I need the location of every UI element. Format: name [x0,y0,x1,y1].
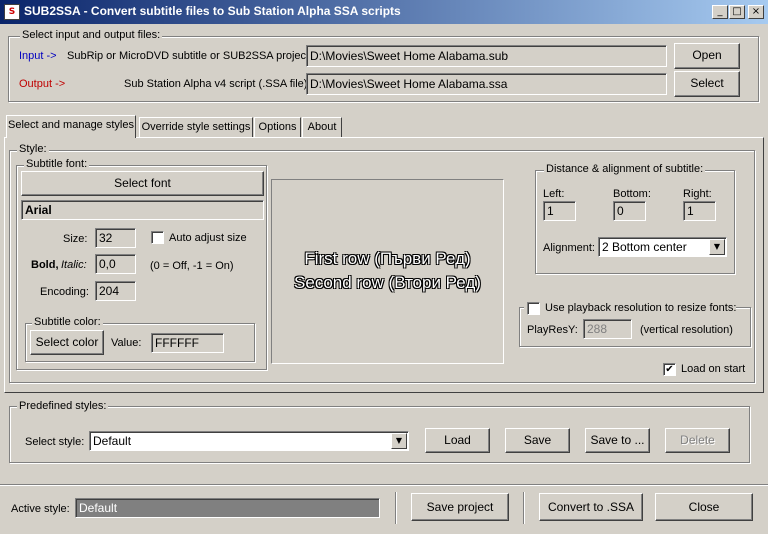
distance-alignment-group [535,170,735,274]
left-label: Left: [543,188,565,200]
select-style-label: Select style: [25,436,85,448]
italic-label: Italic: [61,259,87,271]
load-on-start-checkbox[interactable]: ✔ [663,363,676,376]
color-value-field[interactable]: FFFFFF [151,333,224,353]
active-style-field: Default [75,498,380,518]
app-icon: S [4,4,20,20]
right-label: Right: [683,188,712,200]
title-bar: S SUB2SSA - Convert subtitle files to Su… [0,0,768,24]
playback-resolution-label: Use playback resolution to resize fonts: [545,302,737,314]
alignment-dropdown[interactable]: 2 Bottom center ▼ [598,237,727,257]
footer-divider [395,492,397,524]
tab-about[interactable]: About [302,117,342,137]
bold-italic-hint: (0 = Off, -1 = On) [150,260,234,272]
maximize-button[interactable]: □ [729,5,745,19]
tab-options[interactable]: Options [254,117,301,137]
active-style-label: Active style: [11,503,70,515]
save-to-button[interactable]: Save to ... [585,428,650,453]
distance-alignment-group-label: Distance & alignment of subtitle: [544,163,706,175]
right-field[interactable]: 1 [683,201,716,221]
font-name-field: Arial [21,200,264,220]
select-style-value: Default [93,434,132,448]
convert-to-ssa-button[interactable]: Convert to .SSA [539,493,643,521]
alignment-value: 2 Bottom center [602,240,687,254]
input-file-field[interactable]: D:\Movies\Sweet Home Alabama.sub [306,45,667,67]
auto-adjust-checkbox[interactable] [151,231,164,244]
playback-resolution-checkbox[interactable] [527,302,540,315]
window-title: SUB2SSA - Convert subtitle files to Sub … [24,4,401,18]
minimize-icon: _ [717,6,723,17]
alignment-label: Alignment: [543,242,595,254]
close-window-button[interactable]: × [748,5,764,19]
footer-divider [523,492,525,524]
size-field[interactable]: 32 [95,228,136,248]
open-button[interactable]: Open [674,43,740,69]
close-icon: × [751,6,761,17]
preview-line-1: First row (Първи Ред) [304,249,471,268]
select-font-button[interactable]: Select font [21,171,264,196]
size-label: Size: [63,233,88,245]
preview-line-2: Second row (Втори Ред) [294,273,481,292]
select-style-dropdown[interactable]: Default ▼ [89,431,409,451]
color-value-label: Value: [111,337,142,349]
playresy-field[interactable]: 288 [583,319,632,339]
io-group-label: Select input and output files: [20,29,163,41]
bottom-label: Bottom: [613,188,651,200]
left-field[interactable]: 1 [543,201,576,221]
output-label: Output -> [19,78,66,90]
playresy-label: PlayResY: [527,324,578,336]
preview-panel: First row (Първи Ред) Second row (Втори … [271,179,504,364]
bold-label: Bold, [31,259,59,271]
chevron-down-icon[interactable]: ▼ [709,239,725,255]
close-button[interactable]: Close [655,493,753,521]
encoding-field[interactable]: 204 [95,281,136,301]
load-on-start-label: Load on start [681,363,746,375]
input-label: Input -> [19,50,57,62]
tab-select-and-manage-styles[interactable]: Select and manage styles [6,115,136,138]
save-project-button[interactable]: Save project [411,493,509,521]
output-description: Sub Station Alpha v4 script (.SSA file): [124,78,311,90]
predefined-styles-group-label: Predefined styles: [17,400,109,412]
style-group-label: Style: [17,143,49,155]
subtitle-font-group-label: Subtitle font: [24,158,90,170]
maximize-icon: □ [732,6,742,17]
bottom-field[interactable]: 0 [613,201,646,221]
chevron-down-icon[interactable]: ▼ [391,433,407,449]
output-file-field[interactable]: D:\Movies\Sweet Home Alabama.ssa [306,73,667,95]
bold-italic-field[interactable]: 0,0 [95,254,136,274]
save-style-button[interactable]: Save [505,428,570,453]
subtitle-color-group-label: Subtitle color: [32,316,103,328]
tab-override-style-settings[interactable]: Override style settings [139,117,253,137]
auto-adjust-label: Auto adjust size [169,232,247,244]
vertical-resolution-label: (vertical resolution) [640,324,733,336]
minimize-button[interactable]: _ [712,5,728,19]
footer-separator [0,484,768,486]
encoding-label: Encoding: [40,286,89,298]
select-color-button[interactable]: Select color [30,330,104,355]
select-output-button[interactable]: Select [674,71,740,97]
delete-style-button[interactable]: Delete [665,428,730,453]
input-description: SubRip or MicroDVD subtitle or SUB2SSA p… [67,50,313,62]
load-style-button[interactable]: Load [425,428,490,453]
